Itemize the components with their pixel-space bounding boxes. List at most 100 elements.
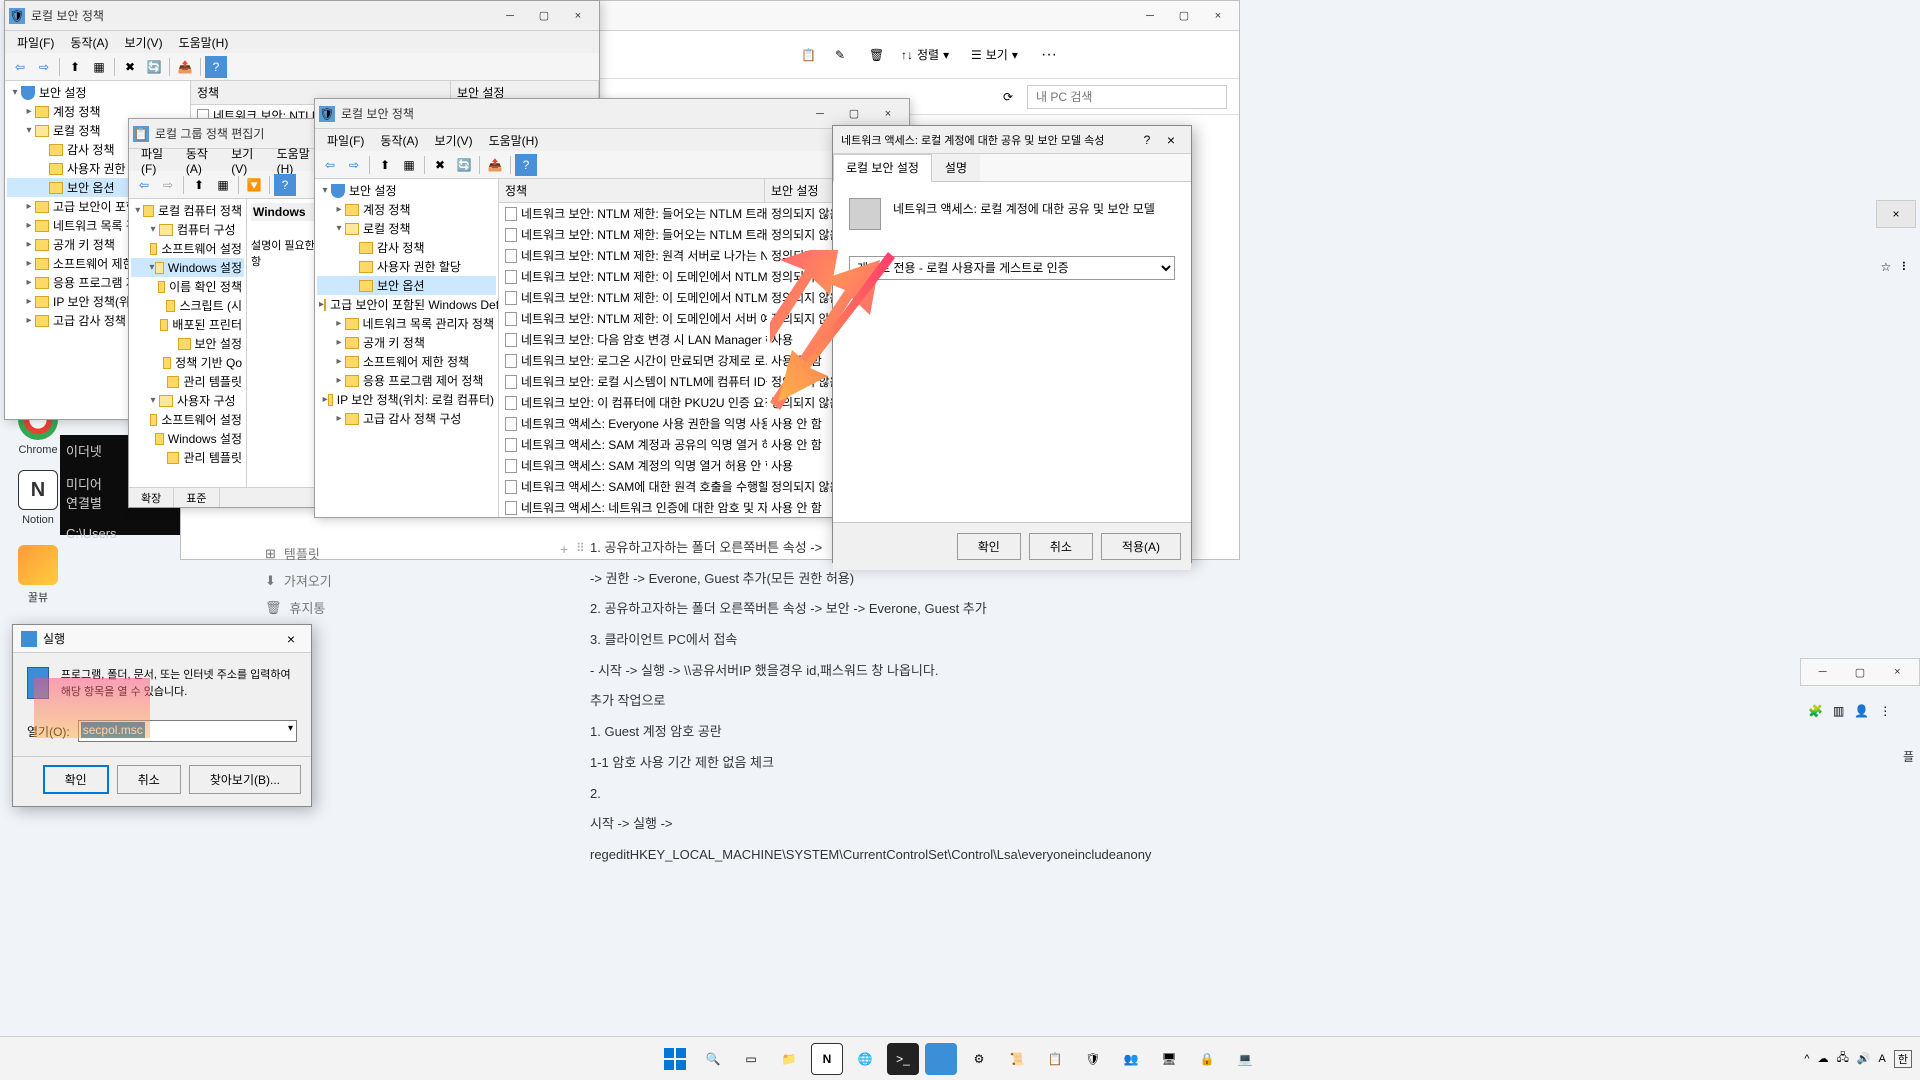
maximize-button[interactable]: ▢ <box>837 103 871 125</box>
tree-item[interactable]: ▸소프트웨어 제한 정책 <box>317 352 496 371</box>
tree-item[interactable]: ▾Windows 설정 <box>131 258 244 277</box>
maximize-button[interactable]: ▢ <box>527 5 561 27</box>
account-icon[interactable]: 👤 <box>1854 704 1869 718</box>
tree-item[interactable]: 소프트웨어 설정 <box>131 239 244 258</box>
tree-item[interactable]: 사용자 권한 할당 <box>317 257 496 276</box>
menu-icon[interactable]: ⠇ <box>1901 260 1910 274</box>
menu-view[interactable]: 보기(V) <box>223 143 268 178</box>
close-button[interactable]: × <box>1882 661 1913 683</box>
ime-indicator[interactable]: 한 <box>1894 1050 1912 1068</box>
add-block-icon[interactable]: + <box>560 541 568 557</box>
app-icon-5[interactable]: 🔒 <box>1191 1043 1223 1075</box>
paste-icon[interactable]: 📋 <box>801 48 816 62</box>
help-button[interactable]: ? <box>515 154 537 176</box>
chrome-taskbar-icon[interactable]: 🌐 <box>849 1043 881 1075</box>
forward-button[interactable]: ⇨ <box>33 56 55 78</box>
menu-action[interactable]: 동작(A) <box>62 32 116 53</box>
tree-item[interactable]: 소프트웨어 설정 <box>131 410 244 429</box>
refresh-button[interactable]: 🔄 <box>453 154 475 176</box>
start-button[interactable] <box>659 1043 691 1075</box>
drag-handle-icon[interactable]: ⠿ <box>576 541 585 555</box>
menu-view[interactable]: 보기(V) <box>116 32 170 53</box>
back-button[interactable]: ⇦ <box>133 174 155 196</box>
search-button[interactable]: 🔍 <box>697 1043 729 1075</box>
tree-item[interactable]: Windows 설정 <box>131 429 244 448</box>
minimize-button[interactable]: ─ <box>493 5 527 27</box>
close-icon[interactable]: × <box>279 631 303 647</box>
ok-button[interactable]: 확인 <box>43 765 109 794</box>
help2-button[interactable]: ? <box>274 174 296 196</box>
close-icon[interactable]: × <box>1159 132 1183 148</box>
show-hide-button[interactable]: ▦ <box>88 56 110 78</box>
dropdown-icon[interactable]: ▾ <box>288 723 293 734</box>
notion-icon[interactable]: N <box>18 470 58 510</box>
volume-icon[interactable]: 🔊 <box>1857 1052 1871 1065</box>
tree-item[interactable]: ▸계정 정책 <box>317 200 496 219</box>
maximize-button[interactable]: ▢ <box>1167 5 1201 27</box>
gpedit-taskbar-icon[interactable]: 📜 <box>1001 1043 1033 1075</box>
star-icon[interactable]: ☆ <box>1880 260 1891 274</box>
help-icon[interactable]: ? <box>1135 133 1159 147</box>
close-button[interactable]: × <box>561 5 595 27</box>
panel-icon[interactable]: ▥ <box>1833 704 1844 718</box>
taskview-button[interactable]: ▭ <box>735 1043 767 1075</box>
browser-tab-close[interactable]: × <box>1876 200 1916 228</box>
tree-item[interactable]: ▾사용자 구성 <box>131 391 244 410</box>
tree-item[interactable]: ▾로컬 정책 <box>317 219 496 238</box>
more-button[interactable]: ··· <box>1041 46 1057 64</box>
app-icon-2[interactable]: 📋 <box>1039 1043 1071 1075</box>
up-button[interactable]: ⬆ <box>188 174 210 196</box>
tree-item[interactable]: ▸응용 프로그램 제어 정책 <box>317 371 496 390</box>
cancel-button[interactable]: 취소 <box>117 765 181 794</box>
tree-item[interactable]: 정책 기반 Qo <box>131 353 244 372</box>
secpol-taskbar-icon[interactable]: 🛡 <box>1077 1043 1109 1075</box>
menu-view[interactable]: 보기(V) <box>426 130 480 151</box>
explorer-button[interactable]: 📁 <box>773 1043 805 1075</box>
terminal-taskbar-icon[interactable]: >_ <box>887 1043 919 1075</box>
tree-item[interactable]: 관리 템플릿 <box>131 372 244 391</box>
delete-button[interactable]: ✖ <box>429 154 451 176</box>
tree-item[interactable]: 관리 템플릿 <box>131 448 244 467</box>
minimize-button[interactable]: ─ <box>803 103 837 125</box>
export-button[interactable]: 📤 <box>484 154 506 176</box>
column-policy[interactable]: 정책 <box>499 179 765 202</box>
app-icon[interactable] <box>925 1043 957 1075</box>
filter-button[interactable]: 🔽 <box>243 174 265 196</box>
sidebar-item-templates[interactable]: ⊞템플릿 <box>265 540 332 567</box>
tree-item[interactable]: ▸고급 보안이 포함된 Windows Defenc <box>317 295 496 314</box>
tree-item[interactable]: 보안 옵션 <box>317 276 496 295</box>
tab-description[interactable]: 설명 <box>932 154 980 181</box>
menu-file[interactable]: 파일(F) <box>133 143 178 178</box>
delete-button[interactable]: ✖ <box>119 56 141 78</box>
tree-root[interactable]: ▾보안 설정 <box>7 83 188 102</box>
tree-item[interactable]: ▸공개 키 정책 <box>317 333 496 352</box>
app-icon-4[interactable]: 🖥 <box>1153 1043 1185 1075</box>
help-button[interactable]: ? <box>205 56 227 78</box>
close-button[interactable]: × <box>1201 5 1235 27</box>
forward-button[interactable]: ⇨ <box>343 154 365 176</box>
back-button[interactable]: ⇦ <box>319 154 341 176</box>
menu-file[interactable]: 파일(F) <box>9 32 62 53</box>
onedrive-icon[interactable]: ☁ <box>1818 1052 1829 1065</box>
notion-taskbar-icon[interactable]: N <box>811 1043 843 1075</box>
tree-root[interactable]: ▾로컬 컴퓨터 정책 <box>131 201 244 220</box>
tree-item[interactable]: 감사 정책 <box>317 238 496 257</box>
minimize-button[interactable]: ─ <box>1133 5 1167 27</box>
export-button[interactable]: 📤 <box>174 56 196 78</box>
tree-item[interactable]: ▾컴퓨터 구성 <box>131 220 244 239</box>
sidebar-item-trash[interactable]: 🗑휴지통 <box>265 594 332 621</box>
maximize-button[interactable]: ▢ <box>1844 661 1875 683</box>
refresh-icon[interactable]: ⟳ <box>1003 90 1013 104</box>
tree-item[interactable]: ▸네트워크 목록 관리자 정책 <box>317 314 496 333</box>
apply-button[interactable]: 적용(A) <box>1101 533 1181 560</box>
rename-icon[interactable]: ✎ <box>835 48 845 62</box>
minimize-button[interactable]: ─ <box>1807 661 1838 683</box>
tree-root[interactable]: ▾보안 설정 <box>317 181 496 200</box>
browse-button[interactable]: 찾아보기(B)... <box>189 765 301 794</box>
refresh-button[interactable]: 🔄 <box>143 56 165 78</box>
forward-button[interactable]: ⇨ <box>157 174 179 196</box>
tree-item[interactable]: 스크립트 (시 <box>131 296 244 315</box>
show-hide-button[interactable]: ▦ <box>212 174 234 196</box>
tab-local-security[interactable]: 로컬 보안 설정 <box>833 154 932 182</box>
lang-indicator[interactable]: A <box>1879 1053 1886 1065</box>
